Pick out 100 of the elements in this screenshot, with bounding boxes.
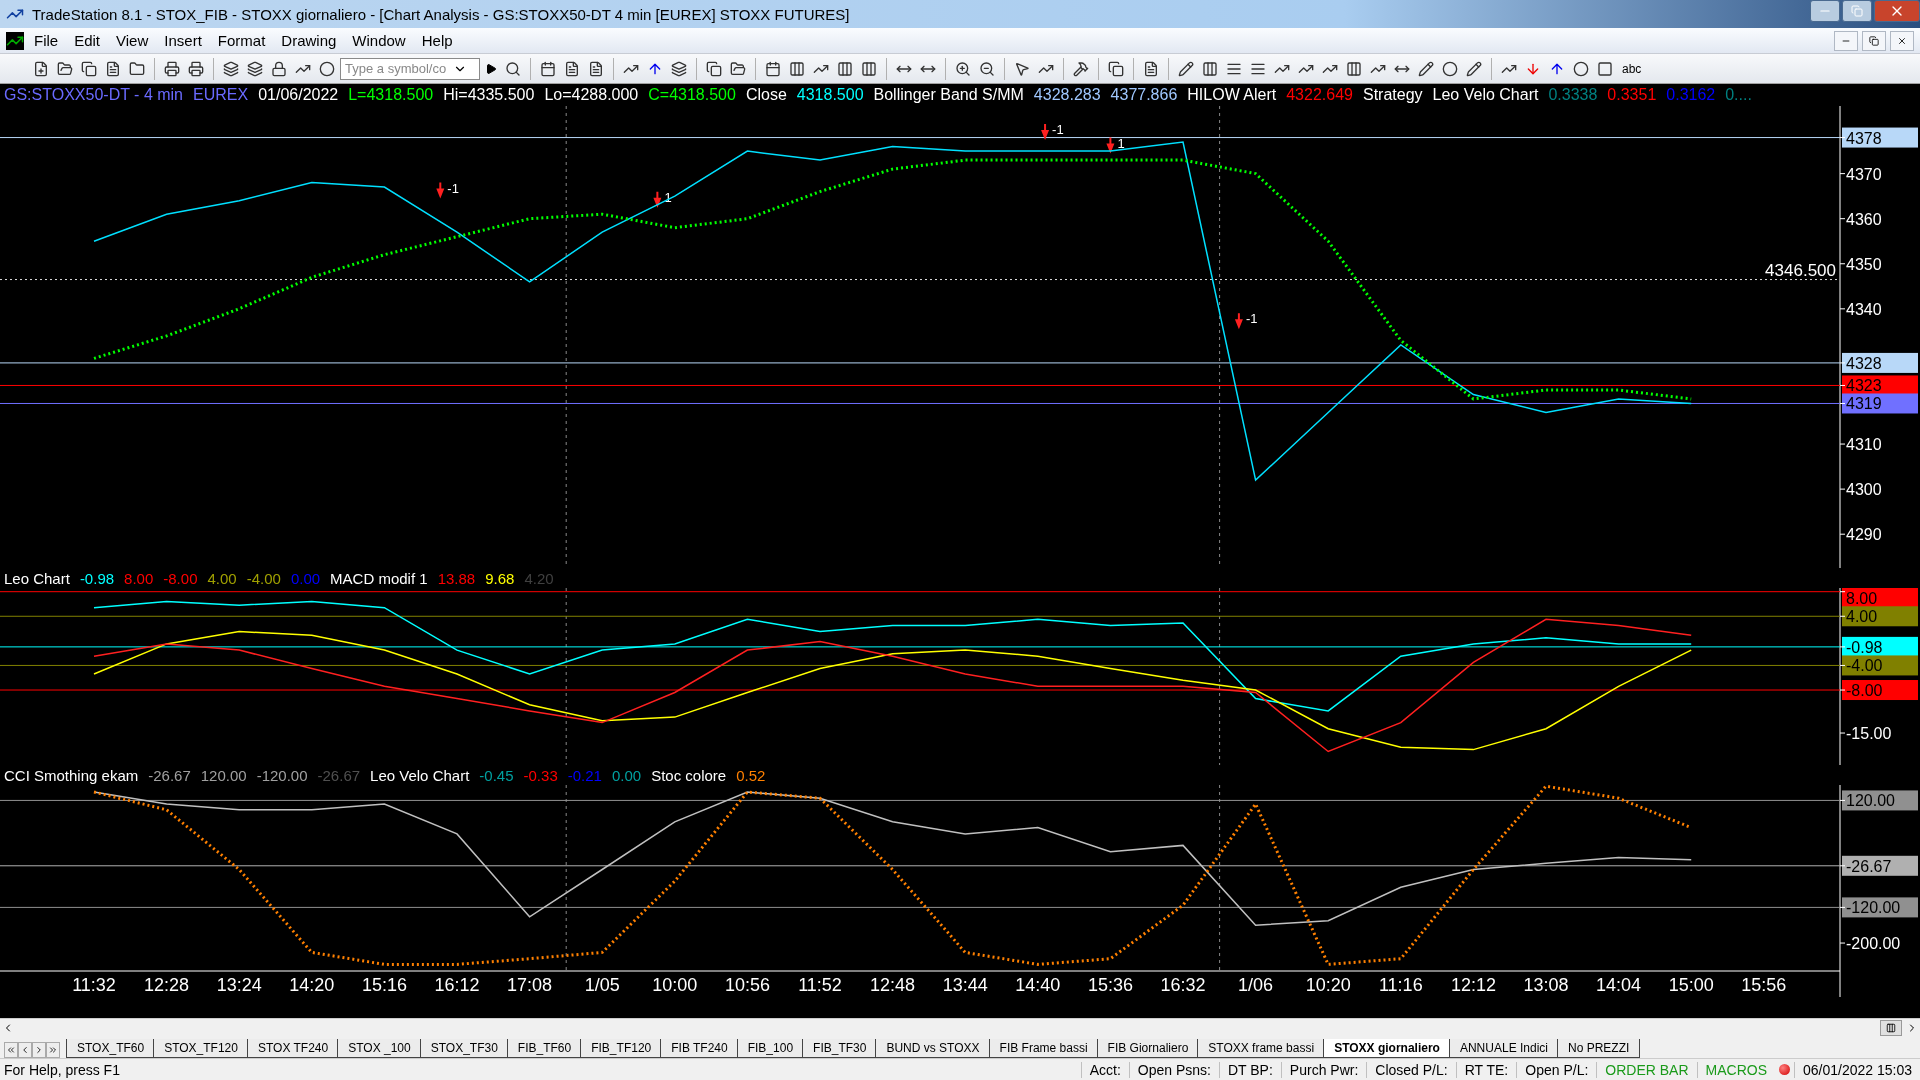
indicator-value: 0.3162 (1666, 86, 1716, 104)
workspace-tab[interactable]: No PREZZI (1557, 1039, 1641, 1058)
workspace-tab[interactable]: STOX TF240 (246, 1039, 340, 1058)
menu-item[interactable]: Format (211, 30, 272, 51)
time-axis-label: 16:32 (1160, 975, 1206, 995)
menu-item[interactable]: Insert (158, 30, 208, 51)
copy-icon[interactable] (81, 60, 97, 77)
workspace-tab[interactable]: FIB_TF120 (580, 1039, 663, 1058)
pencil-icon[interactable] (1466, 60, 1482, 77)
indicator-value: 4322.649 (1286, 86, 1353, 104)
minimize-button[interactable] (1810, 0, 1840, 22)
duplicate-icon[interactable] (706, 60, 722, 77)
indicator-value: GS:STOXX50-DT - 4 min (4, 86, 183, 104)
menu-item[interactable]: Window (346, 30, 412, 51)
time-axis-label: 10:20 (1305, 975, 1351, 995)
workspace-tab[interactable]: FIB_TF60 (506, 1039, 583, 1058)
menu-item[interactable]: Drawing (275, 30, 343, 51)
workspace-tab[interactable]: FIB Frame bassi (988, 1039, 1099, 1058)
axis-tick-label: -0.98 (1846, 638, 1883, 656)
circle-icon[interactable] (319, 60, 335, 77)
axis-tick-label: 4290 (1846, 526, 1882, 544)
stack-icon[interactable] (671, 60, 687, 77)
workspace-tab[interactable]: FIB TF240 (660, 1039, 739, 1058)
zoom-in-icon[interactable] (955, 60, 971, 77)
status-datetime: 06/01/2022 15:03 (1794, 1061, 1920, 1078)
text-tool[interactable]: abc (1618, 61, 1646, 76)
time-axis-label: 11:52 (798, 975, 842, 995)
axis-tick-label: 4323 (1846, 377, 1882, 395)
time-axis-label: 12:48 (870, 975, 916, 995)
search-icon[interactable] (505, 60, 521, 77)
restore-icon[interactable] (1869, 35, 1879, 46)
symbol-field[interactable]: Type a symbol/co (340, 57, 480, 80)
folder-icon[interactable] (129, 60, 145, 77)
folder-icon[interactable] (730, 60, 746, 77)
indicator-value: 8.00 (124, 569, 154, 587)
grip-icon[interactable] (1886, 1022, 1896, 1033)
time-axis-label: 14:04 (1596, 975, 1642, 995)
indicator-value: Leo Chart (4, 569, 70, 587)
indicator-value: 13.88 (437, 569, 476, 587)
printer-icon[interactable] (164, 60, 180, 77)
workspace-tab[interactable]: STOX_TF60 (66, 1039, 156, 1058)
layers-icon[interactable] (223, 60, 239, 77)
axis-tick-label: -120.00 (1846, 899, 1901, 917)
restore-button[interactable] (1862, 30, 1886, 51)
note-icon[interactable] (1143, 60, 1159, 77)
play-icon[interactable] (485, 62, 497, 75)
zoom-out-icon[interactable] (979, 60, 995, 77)
indicator-value: 0.00 (290, 569, 321, 587)
columns-icon[interactable] (789, 60, 805, 77)
close-icon[interactable] (1897, 35, 1907, 46)
time-axis-label: 1/06 (1238, 975, 1274, 995)
indicator-value: -8.00 (163, 569, 198, 587)
new-file-icon[interactable] (33, 60, 49, 77)
workspace-tab[interactable]: FIB_100 (736, 1039, 805, 1058)
indicator-value: 0.3338 (1548, 86, 1598, 104)
workspace-tab[interactable]: STOXX frame bassi (1197, 1039, 1326, 1058)
time-axis-label: 11:32 (72, 975, 116, 995)
time-axis-label: 15:00 (1668, 975, 1714, 995)
open-folder-icon[interactable] (57, 60, 73, 77)
workspace-tab[interactable]: FIB_TF30 (802, 1039, 878, 1058)
signal-label: -1 (1245, 311, 1258, 327)
time-axis-label: 10:56 (724, 975, 770, 995)
workspace-tab[interactable]: BUND vs STOXX (875, 1039, 991, 1058)
workspace-tab[interactable]: ANNUALE Indici (1448, 1039, 1559, 1058)
workspace-tab[interactable]: STOXX giornaliero (1323, 1039, 1451, 1058)
workspace-tab[interactable]: STOX_TF120 (153, 1039, 249, 1058)
axis-tick-label: -200.00 (1846, 935, 1901, 953)
status-field: Open P/L: (1516, 1061, 1597, 1078)
scroll-thumb[interactable] (1880, 1019, 1902, 1036)
indicator-value: Leo Velo Chart (370, 766, 470, 784)
menu-item[interactable]: File (28, 30, 65, 51)
time-axis-label: 10:00 (652, 975, 698, 995)
restore-button[interactable] (1842, 0, 1872, 22)
close-button[interactable] (1890, 30, 1914, 51)
level-label: 4346.500 (1765, 260, 1836, 280)
axis-tick-label: 4.00 (1846, 608, 1878, 626)
arrow-icon (1234, 313, 1243, 330)
indicator-value: EUREX (193, 86, 249, 104)
pointer-icon[interactable] (1014, 60, 1030, 77)
rectangle-icon[interactable] (1597, 60, 1613, 77)
axis-tick-label: -26.67 (1846, 857, 1892, 875)
calendar-icon[interactable] (540, 60, 556, 77)
chart-window-icon[interactable] (6, 31, 24, 50)
document-icon[interactable] (105, 60, 121, 77)
indicator-value: 0.3351 (1607, 86, 1657, 104)
time-axis-label: 17:08 (507, 975, 553, 995)
menu-item[interactable]: Edit (68, 30, 107, 51)
workspace-tab[interactable]: STOX _100 (337, 1039, 422, 1058)
menu-item[interactable]: Help (415, 30, 459, 51)
workspace-tab[interactable]: FIB Giornaliero (1096, 1039, 1200, 1058)
workspace-tab[interactable]: STOX_TF30 (419, 1039, 509, 1058)
time-axis-label: 13:24 (216, 975, 262, 995)
close-button[interactable] (1874, 0, 1920, 22)
indicator-value: -0.33 (523, 766, 558, 784)
lock-icon[interactable] (271, 60, 287, 77)
menu-item[interactable]: View (110, 30, 155, 51)
status-field: Open Psns: (1128, 1061, 1219, 1078)
tools-icon[interactable] (1073, 60, 1089, 77)
ellipse-icon[interactable] (1573, 60, 1589, 77)
indicator-value: Lo=4288.000 (544, 86, 639, 104)
